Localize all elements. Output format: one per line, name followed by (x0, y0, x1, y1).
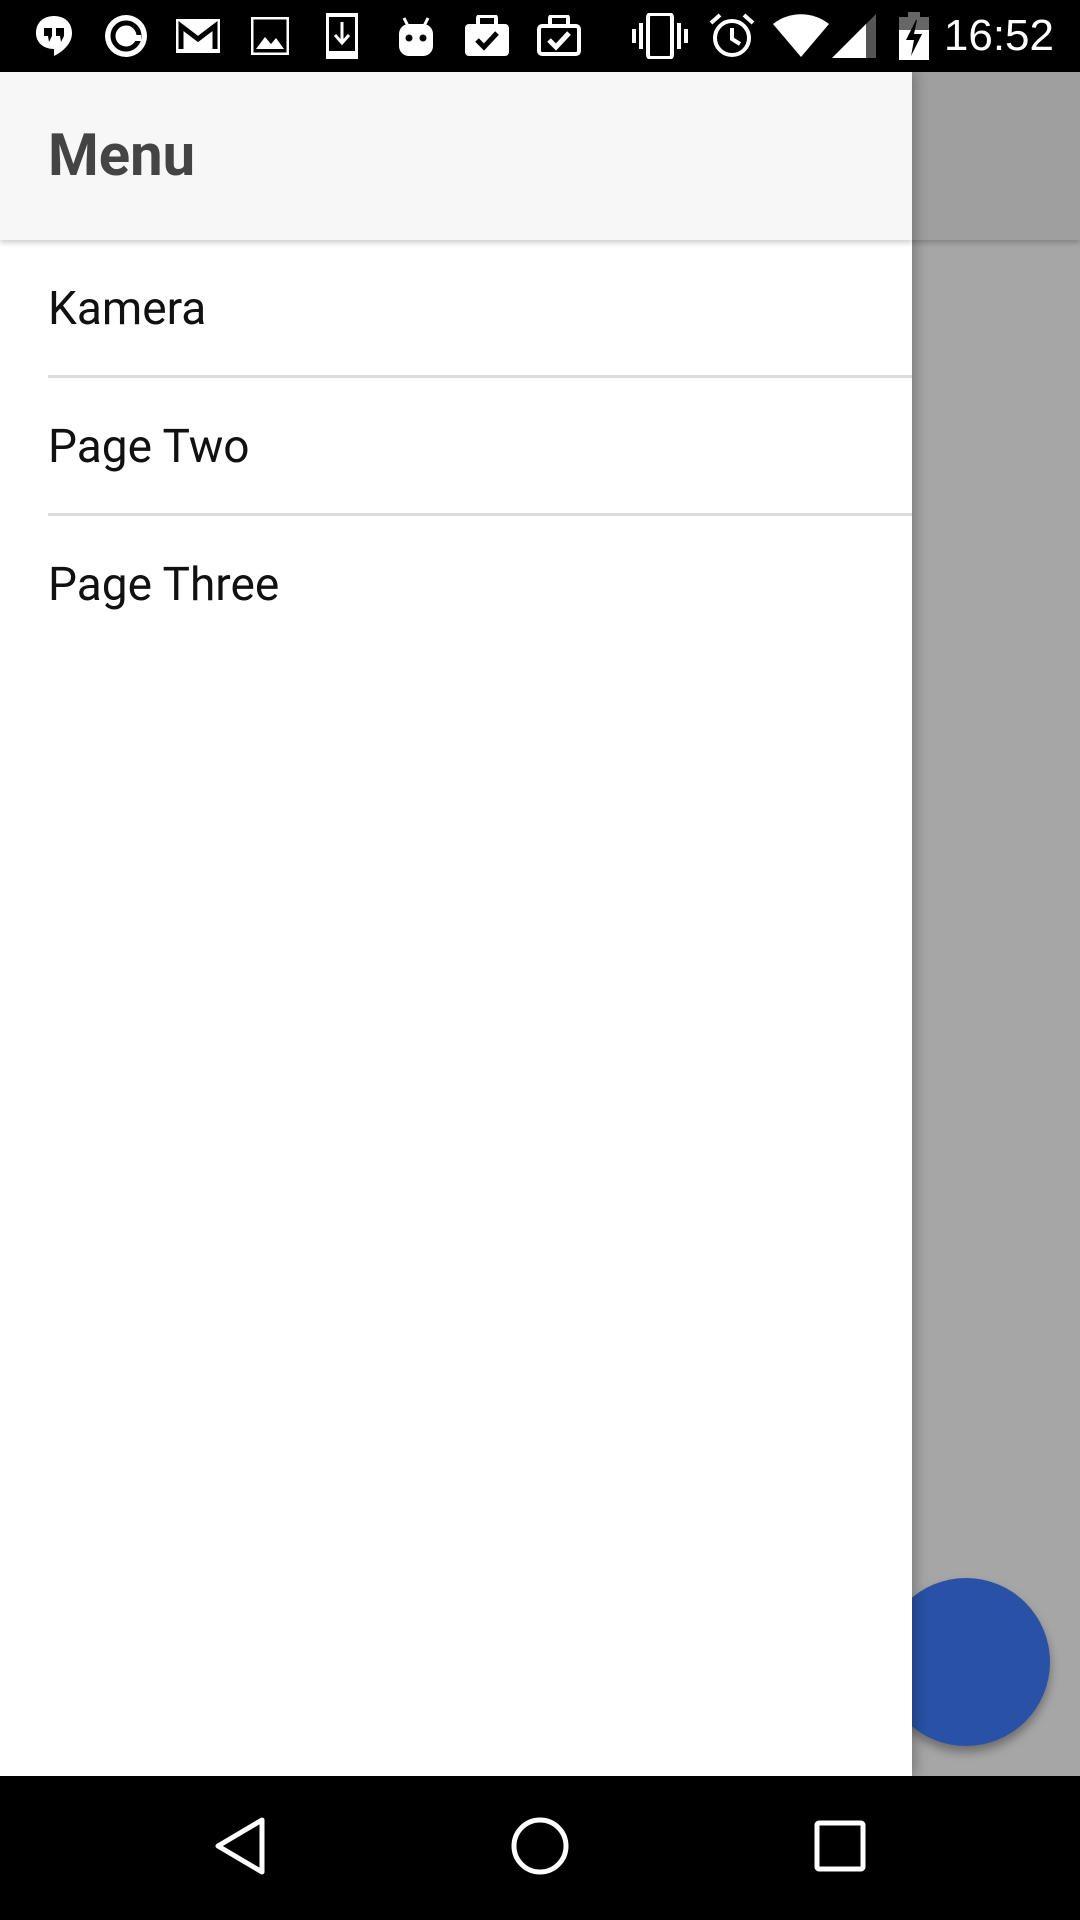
wifi-icon (772, 0, 830, 72)
menu-item-label: Kamera (48, 282, 207, 336)
recents-icon (814, 1820, 866, 1876)
menu-item-kamera[interactable]: Kamera (0, 240, 912, 378)
battery-charging-icon (896, 0, 932, 72)
navigation-drawer: Menu Kamera Page Two Page Three (0, 72, 912, 1776)
drawer-title: Menu (48, 122, 196, 190)
gallery-icon (246, 0, 294, 72)
gmail-icon (174, 0, 222, 72)
work-check-icon (462, 0, 512, 72)
alarm-icon (708, 0, 756, 72)
menu-item-label: Page Two (48, 420, 250, 474)
recents-button[interactable] (760, 1776, 920, 1920)
back-button[interactable] (160, 1776, 320, 1920)
drawer-menu: Kamera Page Two Page Three (0, 240, 912, 654)
status-clock: 16:52 (943, 11, 1054, 60)
hangouts-icon (30, 0, 78, 72)
back-icon (212, 1816, 268, 1880)
menu-item-page-two[interactable]: Page Two (0, 378, 912, 516)
drawer-header: Menu (0, 72, 912, 240)
home-button[interactable] (460, 1776, 620, 1920)
system-nav-bar (0, 1776, 1080, 1920)
signal-icon (832, 0, 876, 72)
status-bar: 16:52 (0, 0, 1080, 72)
vibrate-icon (632, 0, 688, 72)
menu-item-page-three[interactable]: Page Three (0, 516, 912, 654)
circle-app-icon (102, 0, 150, 72)
download-icon (320, 0, 364, 72)
menu-item-label: Page Three (48, 558, 280, 612)
home-icon (510, 1816, 570, 1880)
work-check-outline-icon (534, 0, 584, 72)
android-icon (392, 0, 440, 72)
screen: 16:52 Menu Kamera Page Two Page Three (0, 0, 1080, 1920)
